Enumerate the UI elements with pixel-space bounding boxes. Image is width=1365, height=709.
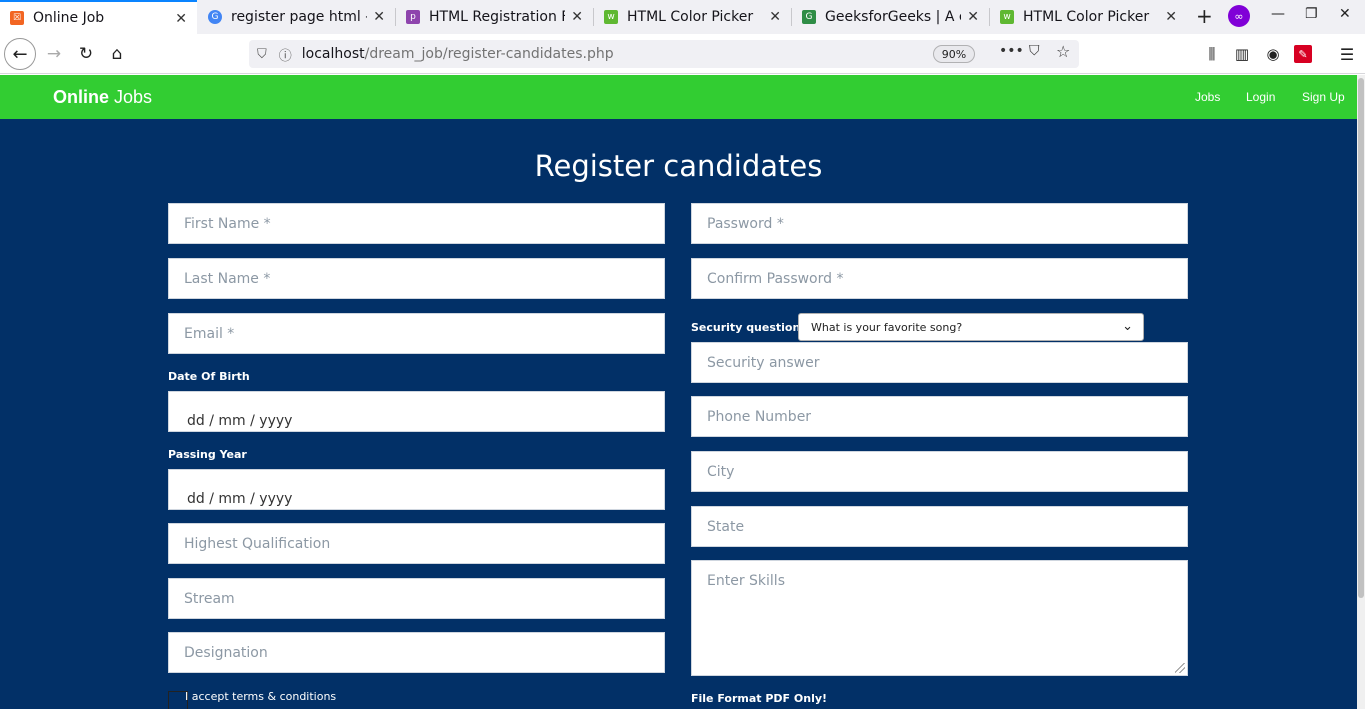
reload-icon[interactable]: ↻: [74, 42, 98, 66]
close-icon[interactable]: ✕: [175, 11, 187, 27]
nav-signup-link[interactable]: Sign Up: [1302, 90, 1345, 104]
dob-label: Date Of Birth: [168, 370, 250, 383]
phone-input[interactable]: Phone Number: [691, 396, 1188, 437]
page-content: Online Jobs Jobs Login Sign Up Register …: [0, 75, 1357, 709]
close-icon[interactable]: ✕: [571, 9, 583, 25]
bookmark-star-icon[interactable]: ☆: [1056, 42, 1070, 61]
tab-title: register page html - G: [231, 9, 367, 25]
w3schools-icon: w: [604, 10, 618, 24]
browser-tab-bar: ☒ Online Job ✕ G register page html - G …: [0, 0, 1365, 34]
tab-register-page-html[interactable]: G register page html - G ✕: [198, 0, 395, 34]
xampp-icon: ☒: [10, 11, 24, 25]
shield-icon: ⛉: [257, 46, 267, 62]
google-icon: G: [208, 10, 222, 24]
extension-icon[interactable]: ✎: [1294, 45, 1312, 63]
tab-title: HTML Color Picker: [1023, 9, 1150, 25]
passing-year-label: Passing Year: [168, 448, 247, 461]
site-icon: p: [406, 10, 420, 24]
browser-navigation-bar: ← → ↻ ⌂ ⛉ ⓘ localhost/dream_job/register…: [0, 34, 1365, 74]
new-tab-icon[interactable]: +: [1196, 4, 1213, 28]
file-format-label: File Format PDF Only!: [691, 692, 828, 705]
stream-input[interactable]: Stream: [168, 578, 665, 619]
tab-title: HTML Color Picker: [627, 9, 754, 25]
tab-title: GeeksforGeeks | A c: [825, 9, 961, 25]
nav-login-link[interactable]: Login: [1246, 90, 1275, 104]
resize-handle-icon[interactable]: [1175, 663, 1185, 673]
url-bar[interactable]: ⛉ ⓘ localhost/dream_job/register-candida…: [249, 40, 1079, 68]
info-icon: ⓘ: [278, 48, 292, 64]
email-input[interactable]: Email *: [168, 313, 665, 354]
zoom-level-badge[interactable]: 90%: [933, 45, 975, 63]
geeksforgeeks-icon: G: [802, 10, 816, 24]
brand-bold: Online: [53, 87, 110, 107]
forward-arrow-icon[interactable]: →: [42, 42, 66, 66]
sidebar-icon[interactable]: ▥: [1230, 42, 1254, 66]
tab-title: Online Job: [33, 10, 105, 26]
security-question-label: Security question :: [691, 321, 809, 334]
private-browsing-icon: ∞: [1228, 5, 1250, 27]
nav-jobs-link[interactable]: Jobs: [1195, 90, 1220, 104]
hamburger-menu-icon[interactable]: ☰: [1335, 42, 1359, 66]
close-icon[interactable]: ✕: [1165, 9, 1177, 25]
site-header: Online Jobs Jobs Login Sign Up: [0, 75, 1357, 119]
more-actions-icon[interactable]: •••: [999, 43, 1024, 59]
close-icon[interactable]: ✕: [373, 9, 385, 25]
dob-date-input[interactable]: dd / mm / yyyy: [168, 391, 665, 432]
password-input[interactable]: Password *: [691, 203, 1188, 244]
url-host: localhost: [301, 46, 365, 62]
tab-html-color-picker-2[interactable]: w HTML Color Picker ✕: [990, 0, 1187, 34]
back-arrow-icon[interactable]: ←: [4, 38, 36, 70]
pocket-icon[interactable]: ⛉: [1029, 43, 1040, 59]
chevron-down-icon: ⌄: [1122, 319, 1133, 334]
skills-textarea[interactable]: Enter Skills: [691, 560, 1188, 676]
security-question-value: What is your favorite song?: [811, 320, 963, 334]
tab-online-job[interactable]: ☒ Online Job ✕: [0, 0, 197, 34]
city-input[interactable]: City: [691, 451, 1188, 492]
minimize-icon[interactable]: —: [1271, 6, 1285, 22]
restore-icon[interactable]: ❐: [1305, 6, 1318, 22]
tab-geeksforgeeks[interactable]: G GeeksforGeeks | A c ✕: [792, 0, 989, 34]
security-answer-input[interactable]: Security answer: [691, 342, 1188, 383]
last-name-input[interactable]: Last Name *: [168, 258, 665, 299]
security-question-select[interactable]: What is your favorite song? ⌄: [798, 313, 1144, 341]
state-input[interactable]: State: [691, 506, 1188, 547]
qualification-input[interactable]: Highest Qualification: [168, 523, 665, 564]
window-close-icon[interactable]: ✕: [1339, 6, 1351, 22]
scrollbar-thumb[interactable]: [1358, 78, 1364, 598]
url-path: /dream_job/register-candidates.php: [364, 46, 614, 62]
brand-rest: Jobs: [109, 87, 153, 107]
passing-year-date-input[interactable]: dd / mm / yyyy: [168, 469, 665, 510]
tab-html-registration[interactable]: p HTML Registration F ✕: [396, 0, 593, 34]
close-icon[interactable]: ✕: [769, 9, 781, 25]
designation-input[interactable]: Designation: [168, 632, 665, 673]
tab-title: HTML Registration F: [429, 9, 565, 25]
library-icon[interactable]: ⫼: [1200, 42, 1224, 66]
skills-placeholder: Enter Skills: [707, 573, 785, 589]
terms-label: I accept terms & conditions: [185, 690, 337, 703]
site-brand[interactable]: Online Jobs: [53, 87, 152, 108]
tab-html-color-picker[interactable]: w HTML Color Picker ✕: [594, 0, 791, 34]
account-icon[interactable]: ◉: [1261, 42, 1285, 66]
close-icon[interactable]: ✕: [967, 9, 979, 25]
page-title: Register candidates: [534, 149, 823, 183]
w3schools-icon: w: [1000, 10, 1014, 24]
first-name-input[interactable]: First Name *: [168, 203, 665, 244]
confirm-password-input[interactable]: Confirm Password *: [691, 258, 1188, 299]
home-icon[interactable]: ⌂: [105, 42, 129, 66]
